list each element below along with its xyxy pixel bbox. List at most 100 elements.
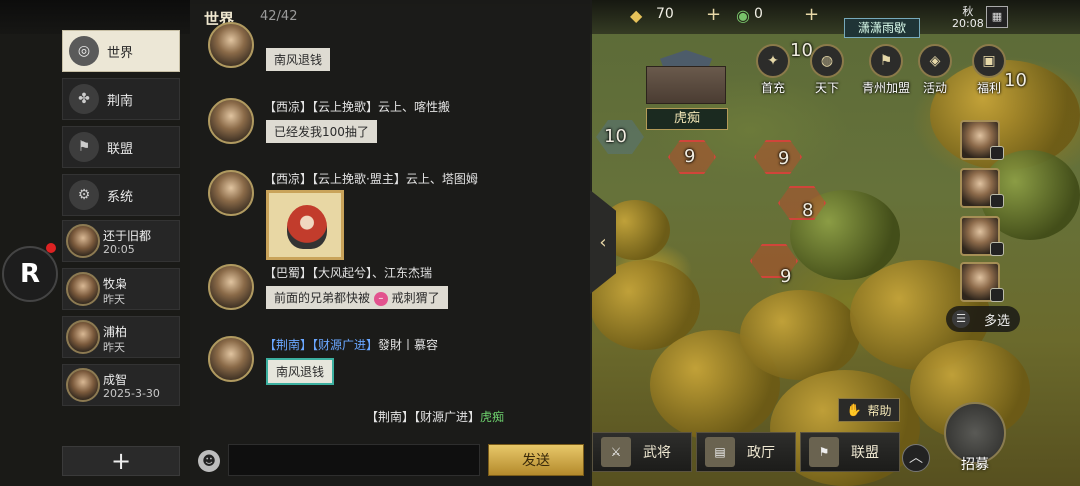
first-charge-label: 首充: [760, 81, 785, 95]
chevron-left-icon: ‹: [599, 231, 607, 253]
contact-item[interactable]: 牧枭 昨天: [62, 268, 180, 310]
sidebar-item-label: 世界: [107, 45, 134, 61]
hall-label: 政厅: [747, 445, 775, 461]
system-icon: ⚙: [69, 180, 99, 210]
city-name-button[interactable]: 潇潇雨歇: [844, 18, 920, 38]
sidebar-item-system[interactable]: ⚙ 系统: [62, 174, 180, 216]
chat-sidebar: ◎ 世界 ✤ 荆南 ⚑ 联盟 ⚙ 系统 还于旧都 20:05 牧枭 昨天 浦柏 …: [60, 28, 184, 486]
recruit-button[interactable]: 招募: [934, 398, 1016, 480]
map-icon[interactable]: ▦: [986, 6, 1008, 28]
general-portrait[interactable]: [960, 216, 1004, 256]
avatar[interactable]: [208, 264, 254, 310]
sidebar-item-world[interactable]: ◎ 世界: [62, 30, 180, 72]
sender-tags: 【荆南】【财源广进】: [366, 410, 481, 424]
notification-dot: [46, 243, 56, 253]
chat-header: 世界 42/42: [190, 0, 592, 34]
world-label: 天下: [814, 81, 839, 95]
message-text: 南风退钱: [266, 358, 335, 385]
floating-r-button[interactable]: R: [2, 246, 58, 302]
fortress[interactable]: [640, 48, 732, 108]
add-jade-button[interactable]: +: [804, 4, 819, 25]
welfare-button[interactable]: ▣ 福利: [966, 44, 1012, 96]
avatar: [66, 224, 100, 258]
sender-name: 發財丨慕容: [378, 338, 439, 352]
emoji-icon: –: [373, 291, 388, 306]
add-chat-button[interactable]: +: [62, 446, 180, 476]
shield-icon: [990, 242, 1004, 256]
world-button[interactable]: ◍ 天下: [804, 44, 850, 96]
sidebar-item-region[interactable]: ✤ 荆南: [62, 78, 180, 120]
alliance-icon: ⚑: [869, 44, 903, 78]
emoji-button[interactable]: ☻: [198, 450, 220, 472]
general-portrait[interactable]: [960, 168, 1004, 208]
recruit-label: 招募: [961, 457, 989, 473]
sidebar-item-label: 联盟: [107, 141, 134, 157]
sidebar-item-label: 荆南: [107, 93, 134, 109]
first-charge-button[interactable]: ✦ 首充: [750, 44, 796, 96]
sender-name[interactable]: 虎痴: [480, 410, 504, 424]
contact-name: 牧枭: [103, 277, 128, 291]
alliance-icon: ⚑: [69, 132, 99, 162]
message-text: 已经发我100抽了: [266, 120, 377, 143]
contact-item[interactable]: 浦柏 昨天: [62, 316, 180, 358]
chat-message-preview: 【荆南】【财源广进】虎痴: [366, 408, 504, 425]
sidebar-item-alliance[interactable]: ⚑ 联盟: [62, 126, 180, 168]
help-label: 帮助: [867, 403, 892, 418]
clock-time: 20:08: [952, 17, 984, 30]
send-button[interactable]: 发送: [488, 444, 584, 476]
contact-item[interactable]: 成智 2025-3-30: [62, 364, 180, 406]
message-sender[interactable]: 【荆南】【财源广进】發財丨慕容: [264, 336, 438, 353]
contact-item[interactable]: 还于旧都 20:05: [62, 220, 180, 262]
message-text: 南风退钱: [266, 48, 331, 71]
hall-icon: ▤: [705, 437, 735, 467]
gold-value: 70: [656, 6, 674, 22]
message-sender[interactable]: 【西凉】【云上挽歌·盟主】云上、塔图姆: [264, 170, 478, 187]
list-icon: ☰: [952, 310, 970, 328]
alliance-bottom-label: 联盟: [851, 445, 879, 461]
message-text-part: 前面的兄弟都快被: [274, 291, 371, 305]
globe-icon: ◎: [69, 36, 99, 66]
expand-up-button[interactable]: ︿: [902, 444, 930, 472]
sender-tags: 【荆南】【财源广进】: [264, 338, 379, 352]
season-clock: 秋 20:08: [952, 6, 984, 30]
avatar[interactable]: [208, 336, 254, 382]
tile-level: 9: [780, 266, 792, 287]
message-sender[interactable]: 【巴蜀】【大风起兮】、江东杰瑞: [264, 264, 432, 281]
hall-button[interactable]: ▤ 政厅: [696, 432, 796, 472]
city-label[interactable]: 虎痴: [646, 108, 728, 130]
qingzhou-alliance-button[interactable]: ⚑ 青州加盟: [856, 44, 916, 96]
message-sender[interactable]: 【西凉】【云上挽歌】云上、喀性搬: [264, 98, 450, 115]
contact-time: 昨天: [103, 341, 125, 354]
message-text: 前面的兄弟都快被 – 戒刺猬了: [266, 286, 448, 309]
help-button[interactable]: ✋ 帮助: [838, 398, 900, 422]
tile-level: 10: [604, 126, 627, 147]
event-icon: ◈: [918, 44, 952, 78]
region-icon: ✤: [69, 84, 99, 114]
contact-name: 成智: [103, 373, 128, 387]
chat-panel: 世界 42/42 南风退钱 【西凉】【云上挽歌】云上、喀性搬 已经发我100抽了…: [190, 0, 592, 486]
sidebar-item-label: 系统: [107, 189, 134, 205]
tile-level: 9: [778, 148, 790, 169]
alliance-icon: ⚑: [809, 437, 839, 467]
general-portrait[interactable]: [960, 120, 1004, 160]
chat-input[interactable]: [228, 444, 480, 476]
add-gold-button[interactable]: +: [706, 4, 721, 25]
gold-icon: ◆: [630, 6, 643, 25]
tile-level: 8: [802, 200, 814, 221]
fortress-wall: [646, 66, 726, 104]
gift-icon: ✦: [756, 44, 790, 78]
avatar: [66, 272, 100, 306]
sticker-image[interactable]: [266, 190, 344, 260]
general-portrait[interactable]: [960, 262, 1004, 302]
avatar[interactable]: [208, 170, 254, 216]
contact-name: 浦柏: [103, 325, 128, 339]
events-button[interactable]: ◈ 活动: [912, 44, 958, 96]
qingzhou-alliance-label: 青州加盟: [861, 81, 910, 95]
shield-icon: [990, 288, 1004, 302]
avatar[interactable]: [208, 98, 254, 144]
alliance-bottom-button[interactable]: ⚑ 联盟: [800, 432, 900, 472]
generals-button[interactable]: ⚔ 武将: [592, 432, 692, 472]
multi-select-button[interactable]: ☰ 多选: [946, 306, 1020, 332]
world-icon: ◍: [810, 44, 844, 78]
avatar[interactable]: [208, 22, 254, 68]
